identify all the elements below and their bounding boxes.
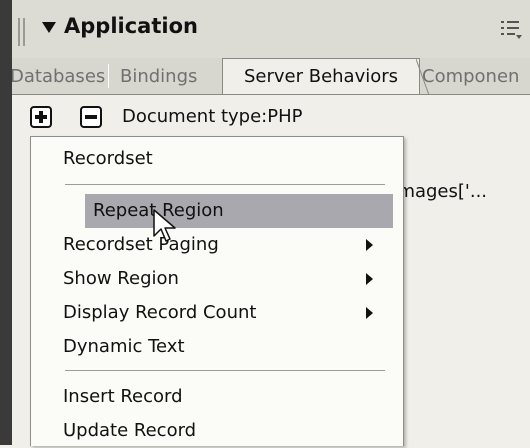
panel-title: Application [64, 14, 198, 38]
menu-item-update-record[interactable]: Update Record [31, 414, 403, 448]
menu-item-label: Show Region [63, 268, 179, 289]
menu-item-recordset-paging[interactable]: Recordset Paging [31, 228, 403, 262]
tab-databases[interactable]: Databases [12, 66, 105, 87]
grip-icon[interactable] [18, 18, 28, 46]
menu-item-repeat-region[interactable]: Repeat Region [85, 194, 393, 228]
tab-bindings[interactable]: Bindings [120, 66, 197, 87]
window-edge [0, 0, 12, 445]
menu-separator [65, 370, 385, 371]
panel-titlebar[interactable]: Application [12, 0, 530, 59]
menu-item-label: Recordset Paging [63, 234, 219, 255]
tab-server-behaviors[interactable]: Server Behaviors [222, 58, 420, 94]
panel-tabs: Databases Bindings Server Behaviors Comp… [12, 58, 530, 95]
submenu-arrow-icon [366, 307, 373, 319]
menu-item-dynamic-text[interactable]: Dynamic Text [31, 330, 403, 364]
menu-item-label: Display Record Count [63, 302, 257, 323]
server-behaviors-toolbar: Document type:PHP [12, 95, 530, 137]
menu-item-display-record-count[interactable]: Display Record Count [31, 296, 403, 330]
mouse-pointer-icon [153, 209, 176, 242]
submenu-arrow-icon [366, 273, 373, 285]
menu-item-insert-record[interactable]: Insert Record [31, 380, 403, 414]
document-type-label: Document type:PHP [122, 106, 303, 127]
submenu-arrow-icon [366, 239, 373, 251]
add-behavior-button[interactable] [30, 106, 52, 128]
add-behavior-menu: Recordset Repeat Region Recordset Paging… [30, 136, 404, 446]
menu-item-recordset[interactable]: Recordset [31, 142, 403, 176]
panel-options-icon[interactable] [499, 18, 523, 42]
collapse-arrow-icon[interactable] [42, 22, 56, 33]
menu-item-show-region[interactable]: Show Region [31, 262, 403, 296]
menu-separator [65, 184, 385, 185]
remove-behavior-button[interactable] [80, 106, 102, 128]
tab-components[interactable]: Componen [422, 66, 519, 87]
